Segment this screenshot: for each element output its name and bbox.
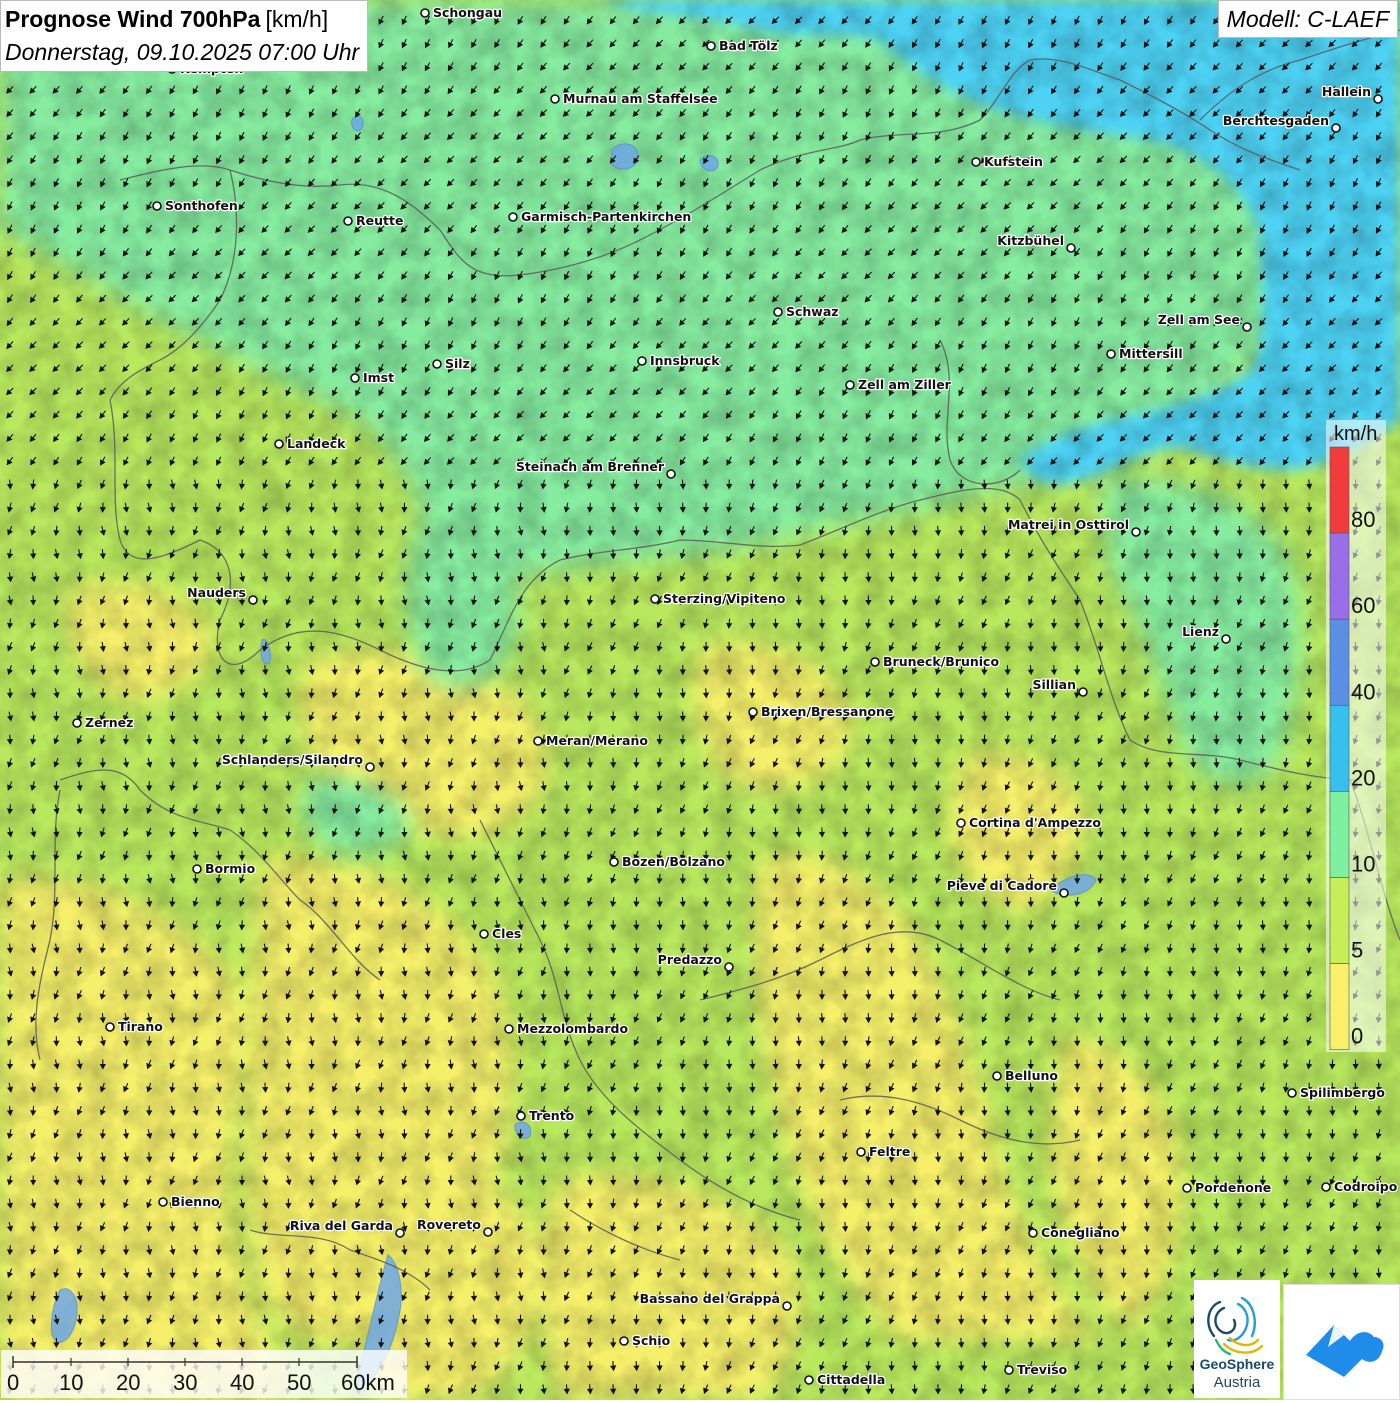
- wind-forecast-map: SchongauBad TölzKemptenMurnau am Staffel…: [0, 0, 1400, 1400]
